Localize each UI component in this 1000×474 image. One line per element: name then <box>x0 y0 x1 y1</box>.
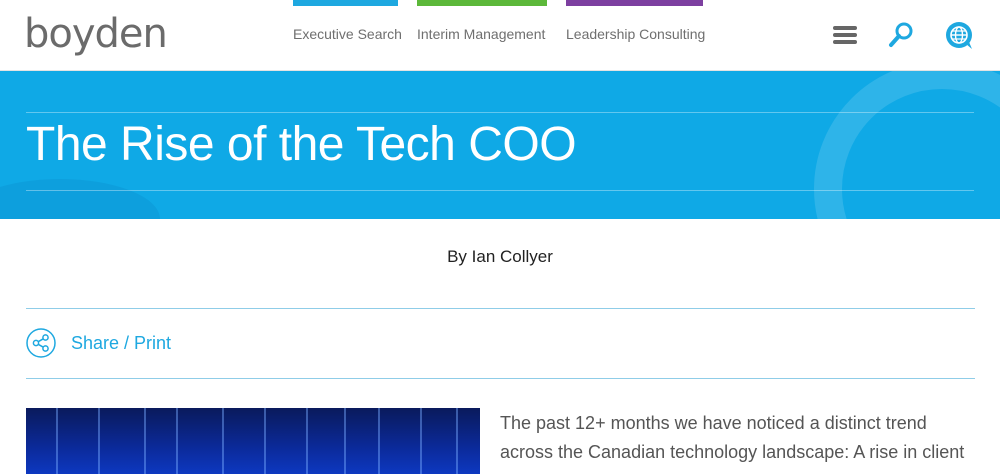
article-byline: By Ian Collyer <box>447 247 553 266</box>
boyden-logo[interactable]: boyden <box>24 10 168 58</box>
image-streak <box>222 408 224 474</box>
nav-interim-management[interactable]: Interim Management <box>417 0 547 70</box>
nav-label: Executive Search <box>293 26 402 42</box>
share-print-label: Share / Print <box>71 332 172 353</box>
image-streak <box>306 408 308 474</box>
image-streak <box>98 408 100 474</box>
nav-label: Leadership Consulting <box>566 26 706 42</box>
nav-executive-search[interactable]: Executive Search <box>293 0 402 70</box>
hero-rule <box>26 112 974 113</box>
hero-banner: The Rise of the Tech COO <box>0 71 1000 219</box>
image-streak <box>176 408 178 474</box>
search-icon[interactable] <box>886 20 916 50</box>
article-image <box>26 408 480 474</box>
divider <box>26 378 975 379</box>
article-intro: The past 12+ months we have noticed a di… <box>500 413 965 462</box>
share-print-button[interactable]: Share / Print <box>26 327 171 359</box>
image-streak <box>456 408 458 474</box>
globe-icon[interactable] <box>944 20 974 50</box>
nav-accent-bar <box>417 0 547 6</box>
nav-label: Interim Management <box>417 26 546 42</box>
image-streak <box>344 408 346 474</box>
nav-accent-bar <box>566 0 703 6</box>
image-streak <box>56 408 58 474</box>
hero-decoration <box>814 71 1000 219</box>
image-streak <box>264 408 266 474</box>
image-streak <box>144 408 146 474</box>
divider <box>26 308 975 309</box>
nav-leadership-consulting[interactable]: Leadership Consulting <box>566 0 706 70</box>
menu-icon[interactable] <box>830 20 860 50</box>
site-header: boyden Executive Search Interim Manageme… <box>0 0 1000 71</box>
hero-rule <box>26 190 974 191</box>
image-streak <box>420 408 422 474</box>
page-title: The Rise of the Tech COO <box>26 118 577 171</box>
image-streak <box>378 408 380 474</box>
nav-accent-bar <box>293 0 398 6</box>
share-icon <box>26 328 56 358</box>
hero-decoration <box>0 179 160 219</box>
